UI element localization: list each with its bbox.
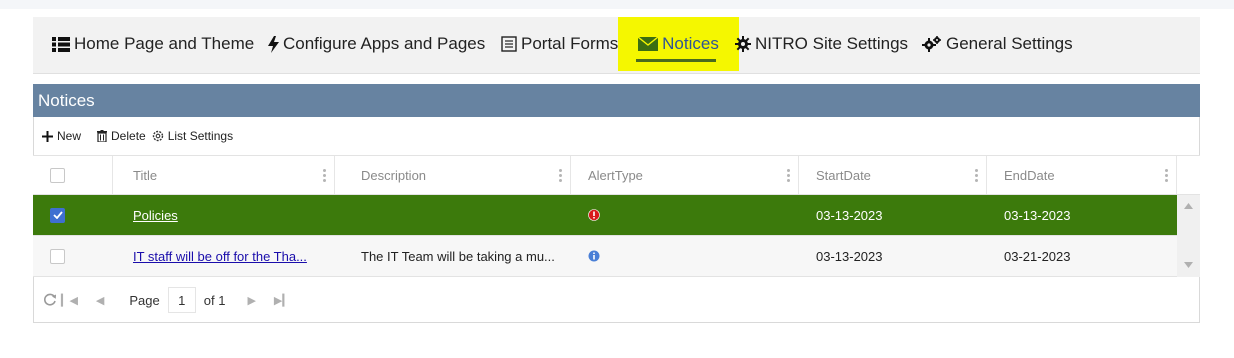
page-number-input[interactable]: 1 (167, 287, 196, 313)
bolt-icon (268, 35, 279, 53)
page-count-label: of 1 (203, 292, 226, 308)
refresh-icon[interactable] (43, 293, 57, 307)
nav-notices[interactable]: Notices (618, 17, 739, 71)
page-label: Page (129, 292, 160, 308)
nav-label: Notices (662, 34, 719, 53)
header-select-cell (33, 156, 113, 194)
notice-title-link[interactable]: Policies (133, 208, 178, 223)
select-all-checkbox[interactable] (50, 167, 65, 183)
panel-title: Notices (33, 84, 1200, 117)
column-header-description[interactable]: Description (335, 156, 571, 194)
grid-scrollbar[interactable] (1177, 195, 1200, 277)
column-header-startdate[interactable]: StartDate (799, 156, 987, 194)
nav-label: General Settings (946, 34, 1073, 53)
description-cell (335, 195, 571, 235)
last-page-icon[interactable]: ▶▎ (274, 294, 291, 307)
description-cell: The IT Team will be taking a mu... (361, 248, 555, 264)
column-menu-icon[interactable] (559, 169, 562, 182)
checkmark-icon (52, 211, 63, 219)
column-menu-icon[interactable] (1165, 169, 1168, 182)
envelope-icon (638, 37, 659, 51)
error-alert-icon (588, 209, 600, 221)
nav-general-settings[interactable]: General Settings (922, 17, 1073, 71)
first-page-icon[interactable]: ▎◀ (61, 294, 78, 307)
list-settings-button[interactable]: List Settings (152, 129, 233, 143)
plus-icon (42, 130, 53, 142)
grid-pager: ▎◀ ◀ Page 1 of 1 ▶ ▶▎ (33, 277, 1200, 323)
new-button-label: New (57, 129, 82, 143)
alerttype-cell (571, 195, 799, 235)
delete-button-label: Delete (111, 129, 146, 143)
row-checkbox[interactable] (50, 207, 65, 223)
column-header-alerttype[interactable]: AlertType (571, 156, 799, 194)
list-settings-label: List Settings (167, 129, 234, 143)
settings-nav-bar: Home Page and Theme Configure Apps and P… (33, 17, 1200, 74)
gears-icon (922, 36, 941, 52)
nav-configure-apps-and-pages[interactable]: Configure Apps and Pages (268, 17, 485, 71)
list-toolbar: New Delete List Settings (33, 117, 1200, 155)
startdate-cell: 03-13-2023 (816, 248, 883, 264)
form-icon (501, 36, 517, 52)
settings-icon (152, 130, 163, 142)
top-strip (0, 0, 1234, 9)
gear-icon (735, 36, 751, 52)
scroll-up-icon[interactable] (1184, 203, 1193, 209)
nav-label: NITRO Site Settings (755, 34, 909, 53)
new-button[interactable]: New (42, 129, 81, 143)
info-alert-icon (588, 250, 600, 262)
column-header-title[interactable]: Title (113, 156, 335, 194)
table-row[interactable]: IT staff will be off for the Tha... The … (33, 236, 1177, 277)
nav-nitro-site-settings[interactable]: NITRO Site Settings (735, 17, 908, 71)
list-icon (52, 36, 70, 52)
startdate-cell: 03-13-2023 (816, 207, 883, 223)
nav-home-page-and-theme[interactable]: Home Page and Theme (52, 17, 254, 71)
nav-portal-forms[interactable]: Portal Forms (501, 17, 618, 71)
delete-button[interactable]: Delete (97, 129, 146, 143)
enddate-cell: 03-13-2023 (1004, 207, 1071, 223)
grid-header-row: Title Description AlertType StartDate En… (33, 155, 1200, 195)
active-tab-underline (636, 59, 716, 62)
nav-label: Configure Apps and Pages (283, 34, 486, 53)
enddate-cell: 03-21-2023 (1004, 248, 1071, 264)
column-menu-icon[interactable] (975, 169, 978, 182)
table-row[interactable]: Policies 03-13-2023 03-13-2023 (33, 195, 1177, 236)
next-page-icon[interactable]: ▶ (247, 294, 255, 307)
column-menu-icon[interactable] (323, 169, 326, 182)
previous-page-icon[interactable]: ◀ (96, 294, 104, 307)
row-select-cell (33, 195, 113, 235)
nav-label: Home Page and Theme (74, 34, 255, 53)
notice-title-link[interactable]: IT staff will be off for the Tha... (133, 249, 307, 264)
title-cell: IT staff will be off for the Tha... (113, 236, 335, 276)
row-checkbox[interactable] (50, 248, 65, 264)
column-header-enddate[interactable]: EndDate (987, 156, 1177, 194)
alerttype-cell (571, 236, 799, 276)
scroll-down-icon[interactable] (1184, 262, 1193, 268)
column-menu-icon[interactable] (787, 169, 790, 182)
trash-icon (97, 130, 108, 142)
title-cell: Policies (113, 195, 335, 235)
row-select-cell (33, 236, 113, 276)
nav-label: Portal Forms (521, 34, 619, 53)
